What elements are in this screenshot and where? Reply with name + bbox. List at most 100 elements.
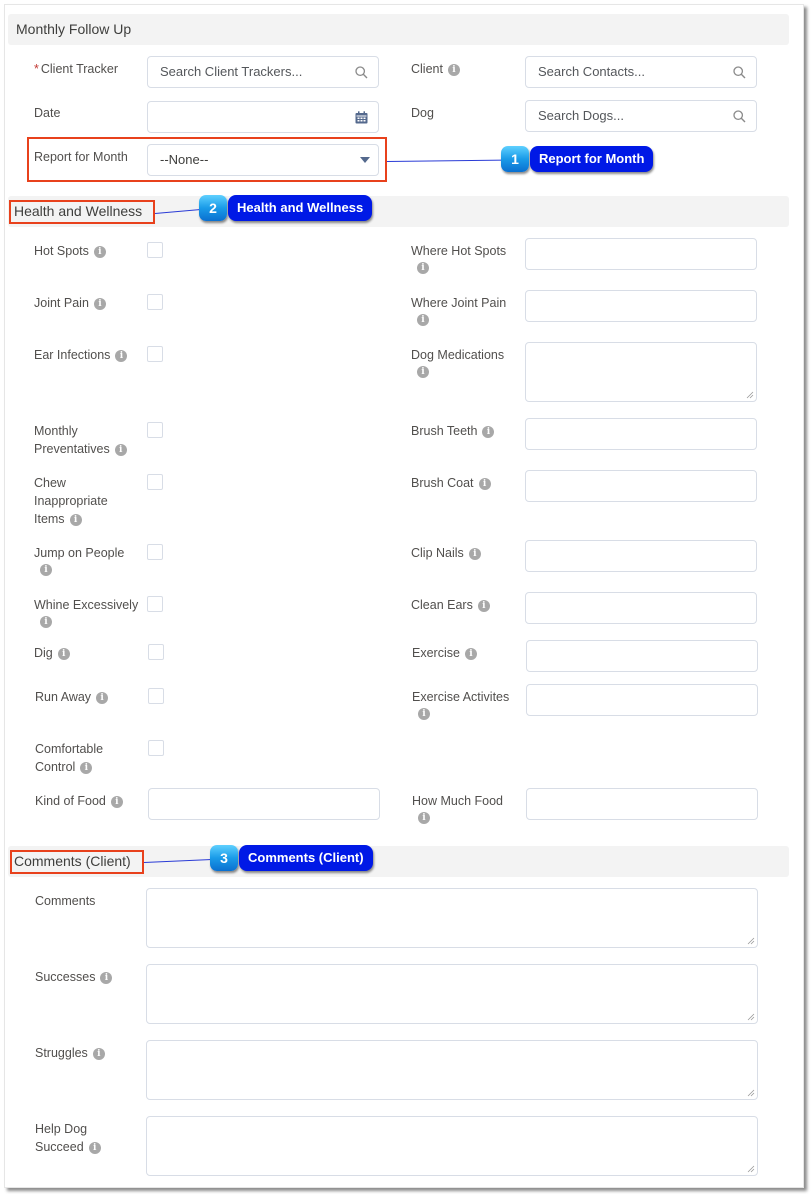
kind-of-food-label: Kind of Food i	[35, 792, 123, 810]
info-icon[interactable]: i	[114, 443, 127, 456]
whine-excessively-checkbox[interactable]	[147, 596, 163, 612]
date-input[interactable]	[147, 101, 379, 133]
joint-pain-checkbox[interactable]	[147, 294, 163, 310]
exercise-input[interactable]	[526, 640, 758, 672]
callout-label: Comments (Client)	[239, 845, 373, 871]
info-icon[interactable]: i	[96, 691, 109, 704]
info-icon[interactable]: i	[468, 547, 481, 560]
highlight-comments-client	[10, 850, 144, 874]
dog-medications-textarea[interactable]	[525, 342, 757, 402]
client-label: Client i	[411, 60, 460, 78]
info-icon[interactable]: i	[88, 1141, 101, 1154]
callout-number-badge: 3	[210, 845, 238, 871]
brush-coat-input[interactable]	[525, 470, 757, 502]
resize-handle-icon[interactable]	[747, 937, 755, 945]
whine-excessively-label: Whine Excessively i	[34, 598, 139, 628]
calendar-icon[interactable]	[355, 102, 368, 132]
info-icon[interactable]: i	[418, 812, 430, 824]
callout-number-badge: 1	[501, 146, 529, 172]
ear-infections-checkbox[interactable]	[147, 346, 163, 362]
comfortable-control-checkbox[interactable]	[148, 740, 164, 756]
section-header-monthly-follow-up: Monthly Follow Up	[8, 14, 789, 45]
dog-label: Dog	[411, 106, 434, 120]
dog-placeholder: Search Dogs...	[538, 108, 624, 123]
dig-checkbox[interactable]	[148, 644, 164, 660]
client-tracker-placeholder: Search Client Trackers...	[160, 64, 303, 79]
exercise-label: Exercise i	[412, 644, 477, 662]
info-icon[interactable]: i	[92, 1047, 105, 1060]
search-icon[interactable]	[355, 57, 368, 87]
hot-spots-label: Hot Spots i	[34, 242, 106, 260]
monthly-preventatives-checkbox[interactable]	[147, 422, 163, 438]
info-icon[interactable]: i	[40, 564, 52, 576]
info-icon[interactable]: i	[80, 761, 93, 774]
run-away-label: Run Away i	[35, 688, 109, 706]
info-icon[interactable]: i	[93, 297, 106, 310]
kind-of-food-input[interactable]	[148, 788, 380, 820]
info-icon[interactable]: i	[417, 314, 429, 326]
exercise-activities-input[interactable]	[526, 684, 758, 716]
where-hot-spots-input[interactable]	[525, 238, 757, 270]
run-away-checkbox[interactable]	[148, 688, 164, 704]
clean-ears-input[interactable]	[525, 592, 757, 624]
how-much-food-label: How Much Food i	[412, 794, 504, 824]
how-much-food-input[interactable]	[526, 788, 758, 820]
successes-label: Successes i	[35, 968, 113, 986]
info-icon[interactable]: i	[417, 366, 429, 378]
callout-label: Report for Month	[530, 146, 654, 172]
dig-label: Dig i	[34, 644, 70, 662]
comfortable-control-label: Comfortable Control i	[35, 742, 104, 774]
monthly-preventatives-label: Monthly Preventatives i	[34, 422, 127, 458]
brush-teeth-input[interactable]	[525, 418, 757, 450]
exercise-activities-label: Exercise Activites i	[412, 690, 510, 720]
info-icon[interactable]: i	[417, 262, 429, 274]
search-icon[interactable]	[733, 57, 746, 87]
resize-handle-icon[interactable]	[746, 391, 754, 399]
comments-label: Comments	[35, 894, 96, 908]
comments-textarea[interactable]	[146, 888, 758, 948]
chew-inappropriate-items-checkbox[interactable]	[147, 474, 163, 490]
dog-lookup[interactable]: Search Dogs...	[525, 100, 757, 132]
where-joint-pain-label: Where Joint Pain i	[411, 296, 507, 326]
clip-nails-input[interactable]	[525, 540, 757, 572]
client-lookup[interactable]: Search Contacts...	[525, 56, 757, 88]
chew-inappropriate-items-label: Chew Inappropriate Items i	[34, 476, 108, 526]
joint-pain-label: Joint Pain i	[34, 294, 106, 312]
brush-coat-label: Brush Coat i	[411, 474, 491, 492]
dog-medications-label: Dog Medications i	[411, 348, 505, 378]
info-icon[interactable]: i	[100, 971, 113, 984]
struggles-textarea[interactable]	[146, 1040, 758, 1100]
info-icon[interactable]: i	[57, 647, 70, 660]
info-icon[interactable]: i	[69, 513, 82, 526]
chevron-down-icon[interactable]	[360, 145, 370, 175]
info-icon[interactable]: i	[115, 349, 128, 362]
client-tracker-label: * Client Tracker	[34, 62, 118, 76]
client-tracker-lookup[interactable]: Search Client Trackers...	[147, 56, 379, 88]
callout-number-badge: 2	[199, 195, 227, 221]
section-title: Monthly Follow Up	[16, 21, 132, 37]
jump-on-people-checkbox[interactable]	[147, 544, 163, 560]
hot-spots-checkbox[interactable]	[147, 242, 163, 258]
highlight-health-and-wellness	[9, 200, 155, 224]
info-icon[interactable]: i	[447, 63, 460, 76]
resize-handle-icon[interactable]	[747, 1089, 755, 1097]
help-dog-succeed-textarea[interactable]	[146, 1116, 758, 1176]
info-icon[interactable]: i	[418, 708, 430, 720]
where-joint-pain-input[interactable]	[525, 290, 757, 322]
search-icon[interactable]	[733, 101, 746, 131]
resize-handle-icon[interactable]	[747, 1165, 755, 1173]
info-icon[interactable]: i	[478, 477, 491, 490]
resize-handle-icon[interactable]	[747, 1013, 755, 1021]
info-icon[interactable]: i	[110, 795, 123, 808]
info-icon[interactable]: i	[477, 599, 490, 612]
where-hot-spots-label: Where Hot Spots i	[411, 244, 507, 274]
clean-ears-label: Clean Ears i	[411, 596, 490, 614]
info-icon[interactable]: i	[482, 425, 495, 438]
report-for-month-select[interactable]: --None--	[147, 144, 379, 176]
brush-teeth-label: Brush Teeth i	[411, 422, 495, 440]
info-icon[interactable]: i	[40, 616, 52, 628]
successes-textarea[interactable]	[146, 964, 758, 1024]
report-for-month-label: Report for Month	[34, 150, 128, 164]
info-icon[interactable]: i	[93, 245, 106, 258]
info-icon[interactable]: i	[464, 647, 477, 660]
